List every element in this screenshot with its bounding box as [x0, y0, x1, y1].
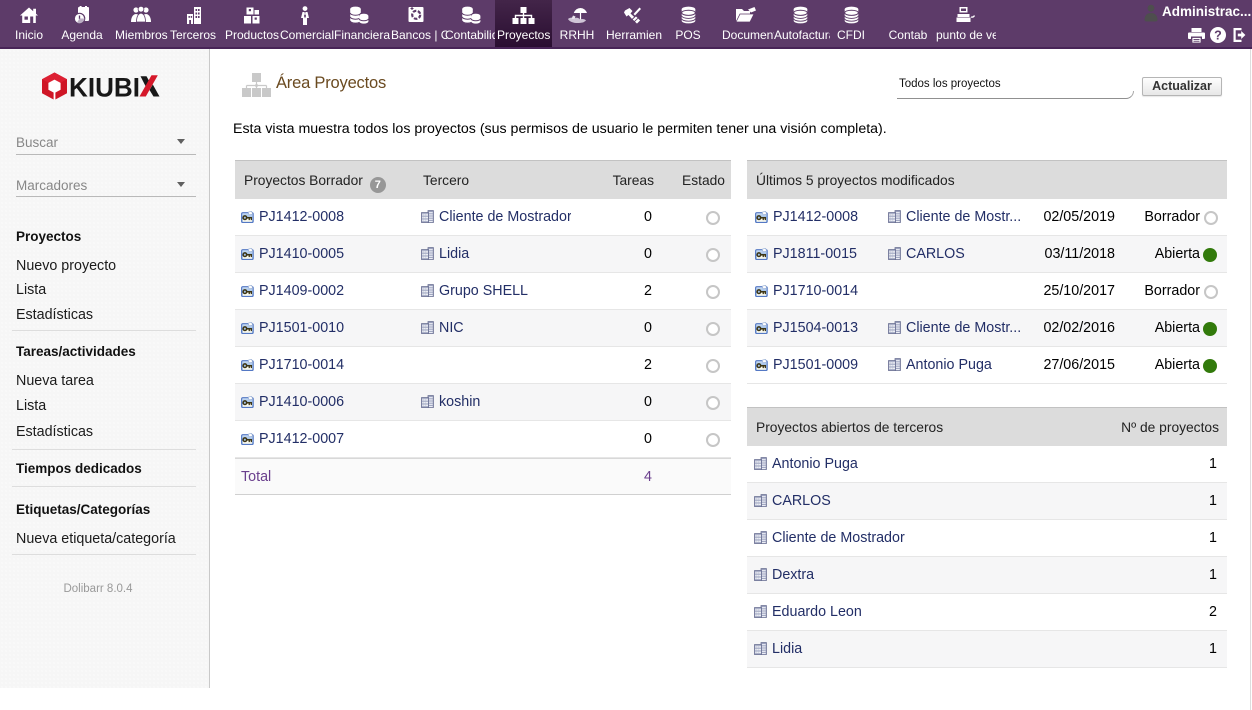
svg-text:?: ? [1214, 28, 1222, 42]
svg-text:KIUBI: KIUBI [69, 73, 140, 102]
